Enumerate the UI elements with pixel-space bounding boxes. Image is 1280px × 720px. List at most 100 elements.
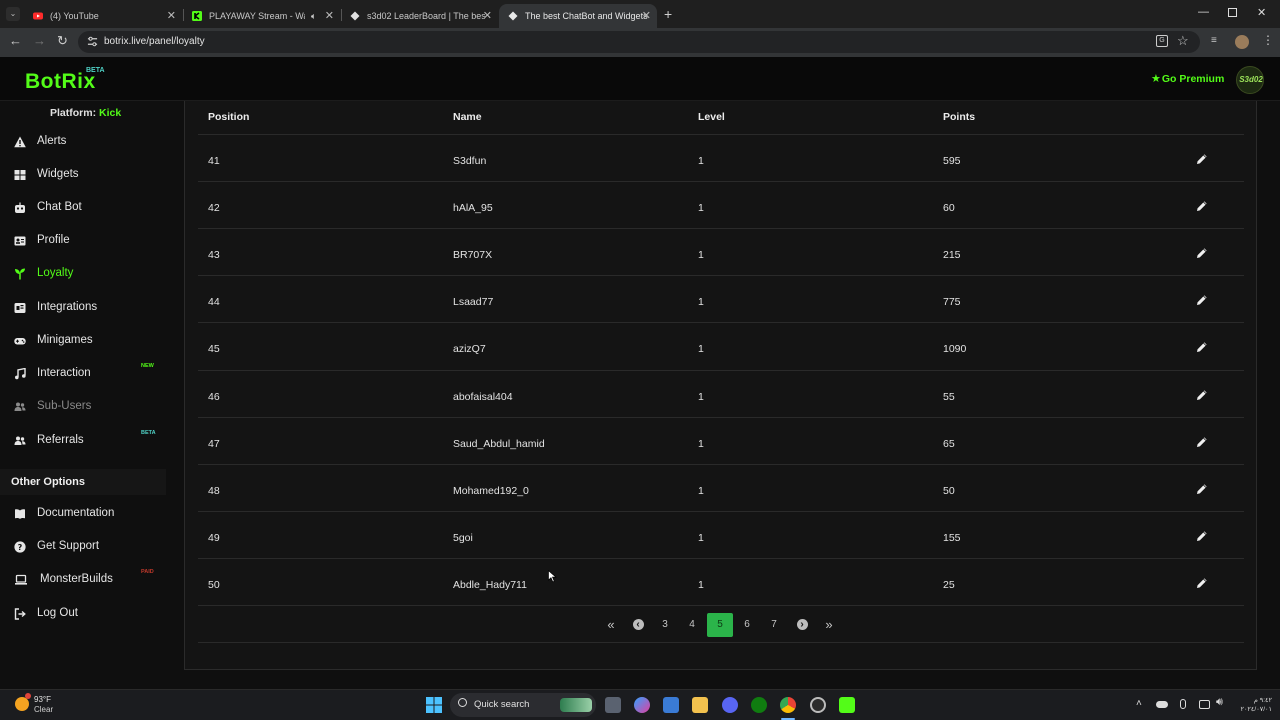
close-window-button[interactable]: ✕ xyxy=(1257,6,1266,19)
close-tab-icon[interactable]: ✕ xyxy=(642,9,651,22)
sidebar-item-documentation[interactable]: Documentation xyxy=(0,499,166,529)
volume-icon[interactable]: 🔊︎ xyxy=(1216,696,1223,709)
minimize-window-button[interactable]: — xyxy=(1198,6,1209,18)
microsoft-store-icon[interactable] xyxy=(663,697,679,713)
tab-title: s3d02 LeaderBoard | The best C xyxy=(367,11,485,21)
translate-icon[interactable]: G xyxy=(1156,35,1168,47)
microphone-icon[interactable] xyxy=(1180,699,1186,709)
onedrive-icon[interactable] xyxy=(1156,701,1168,708)
browser-tab-botrix[interactable]: The best ChatBot and Widgets ✕ xyxy=(499,4,657,28)
show-hidden-icons[interactable]: ˄ xyxy=(1136,698,1142,709)
tab-search-button[interactable]: ⌄ xyxy=(6,7,20,21)
page-3-button[interactable]: 3 xyxy=(652,613,678,637)
url-text[interactable]: botrix.live/panel/loyalty xyxy=(104,36,205,47)
system-clock[interactable]: ٩:٤٢ م ٢٠٢٤/٠٧/٠١ xyxy=(1236,696,1272,714)
sidebar-item-widgets[interactable]: Widgets xyxy=(0,160,166,190)
windows-start-icon[interactable] xyxy=(426,697,442,713)
taskbar-search[interactable]: Quick search xyxy=(450,693,596,717)
edit-pencil-icon[interactable] xyxy=(1196,577,1208,589)
first-page-button[interactable]: « xyxy=(598,613,624,637)
close-tab-icon[interactable]: ✕ xyxy=(325,9,334,22)
sidebar-item-alerts[interactable]: Alerts xyxy=(0,127,166,157)
page-4-button[interactable]: 4 xyxy=(679,613,705,637)
bookmark-star-icon[interactable]: ☆ xyxy=(1177,33,1189,49)
new-badge: NEW xyxy=(141,363,154,369)
last-page-button[interactable]: » xyxy=(816,613,842,637)
xbox-icon[interactable] xyxy=(751,697,767,713)
address-bar[interactable]: botrix.live/panel/loyalty G ☆ xyxy=(78,31,1200,53)
copilot-icon[interactable] xyxy=(634,697,650,713)
edit-pencil-icon[interactable] xyxy=(1196,436,1208,448)
sidebar-item-minigames[interactable]: Minigames xyxy=(0,326,166,356)
sidebar-item-loyalty[interactable]: Loyalty xyxy=(0,259,166,289)
pagination: « ‹ 3 4 5 6 7 › » xyxy=(198,605,1244,643)
back-button[interactable]: ← xyxy=(9,34,22,48)
cell-name: azizQ7 xyxy=(453,343,486,356)
edit-pencil-icon[interactable] xyxy=(1196,200,1208,212)
edit-pencil-icon[interactable] xyxy=(1196,294,1208,306)
user-avatar[interactable]: S3d02 xyxy=(1236,66,1264,94)
edit-pencil-icon[interactable] xyxy=(1196,389,1208,401)
browser-menu-icon[interactable]: ⋮ xyxy=(1262,33,1274,47)
new-tab-button[interactable]: + xyxy=(664,6,672,22)
sidebar-item-label: Log Out xyxy=(37,607,78,619)
paid-badge: PAID xyxy=(141,569,154,575)
forward-button[interactable]: → xyxy=(33,34,46,48)
edit-pencil-icon[interactable] xyxy=(1196,153,1208,165)
next-page-button[interactable]: › xyxy=(789,613,815,637)
cell-points: 60 xyxy=(943,202,955,215)
cell-position: 41 xyxy=(208,155,220,167)
taskbar: 93°F Clear Quick search ˄ 🔊︎ ٩:٤٢ م ٢٠٢٤… xyxy=(0,689,1280,720)
profile-avatar-icon[interactable] xyxy=(1235,35,1249,49)
edit-pencil-icon[interactable] xyxy=(1196,530,1208,542)
sidebar-item-referrals[interactable]: Referrals BETA xyxy=(0,426,166,456)
cell-position: 43 xyxy=(208,249,220,262)
edit-pencil-icon[interactable] xyxy=(1196,341,1208,353)
close-tab-icon[interactable]: ✕ xyxy=(167,9,176,22)
edit-pencil-icon[interactable] xyxy=(1196,483,1208,495)
obs-icon[interactable] xyxy=(810,697,826,713)
go-premium-button[interactable]: ★ Go Premium xyxy=(1151,72,1224,86)
network-icon[interactable] xyxy=(1199,700,1210,709)
tab-title: PLAYAWAY Stream - Watch xyxy=(209,11,305,21)
page-7-button[interactable]: 7 xyxy=(761,613,787,637)
sidebar-item-interaction[interactable]: Interaction NEW xyxy=(0,359,166,389)
beta-badge: BETA xyxy=(86,67,105,74)
sidebar-item-chat-bot[interactable]: Chat Bot xyxy=(0,193,166,223)
chrome-icon[interactable] xyxy=(780,697,796,713)
sidebar-item-monsterbuilds[interactable]: MonsterBuilds PAID xyxy=(0,565,166,595)
cell-name: Saud_Abdul_hamid xyxy=(453,437,545,450)
robot-icon xyxy=(15,202,25,213)
column-header-position[interactable]: Position xyxy=(208,111,249,123)
task-view-icon[interactable] xyxy=(605,697,621,713)
platform-value[interactable]: Kick xyxy=(99,107,121,119)
sidebar-item-log-out[interactable]: Log Out xyxy=(0,599,166,629)
file-explorer-icon[interactable] xyxy=(692,697,708,713)
discord-icon[interactable] xyxy=(722,697,738,713)
reload-button[interactable]: ↻ xyxy=(57,34,68,48)
sidebar-item-profile[interactable]: Profile xyxy=(0,226,166,256)
page-5-button[interactable]: 5 xyxy=(707,613,733,637)
close-tab-icon[interactable]: ✕ xyxy=(483,9,492,22)
referral-icon xyxy=(14,436,26,445)
browser-tab-youtube[interactable]: (4) YouTube ✕ xyxy=(26,4,182,28)
column-header-level[interactable]: Level xyxy=(698,111,725,123)
sidebar-item-sub-users[interactable]: Sub-Users xyxy=(0,392,166,422)
speaker-icon[interactable]: 🔈︎ xyxy=(311,11,316,22)
sidebar-item-integrations[interactable]: Integrations xyxy=(0,293,166,323)
sidebar-item-get-support[interactable]: ? Get Support xyxy=(0,532,166,562)
cell-name: Abdle_Hady711 xyxy=(453,578,527,591)
maximize-window-button[interactable] xyxy=(1228,8,1237,17)
browser-tab-leaderboard[interactable]: s3d02 LeaderBoard | The best C ✕ xyxy=(342,4,498,28)
page-6-button[interactable]: 6 xyxy=(734,613,760,637)
sidebar-item-label: Alerts xyxy=(37,135,67,147)
browser-tab-playaway[interactable]: PLAYAWAY Stream - Watch 🔈︎ ✕ xyxy=(184,4,340,28)
mouse-cursor-icon xyxy=(548,570,557,583)
prev-page-button[interactable]: ‹ xyxy=(625,613,651,637)
reading-list-icon[interactable]: ≡ xyxy=(1211,35,1217,46)
kick-app-icon[interactable] xyxy=(839,697,855,713)
site-info-icon[interactable] xyxy=(87,36,98,47)
edit-pencil-icon[interactable] xyxy=(1196,247,1208,259)
column-header-points[interactable]: Points xyxy=(943,111,975,123)
column-header-name[interactable]: Name xyxy=(453,111,482,123)
